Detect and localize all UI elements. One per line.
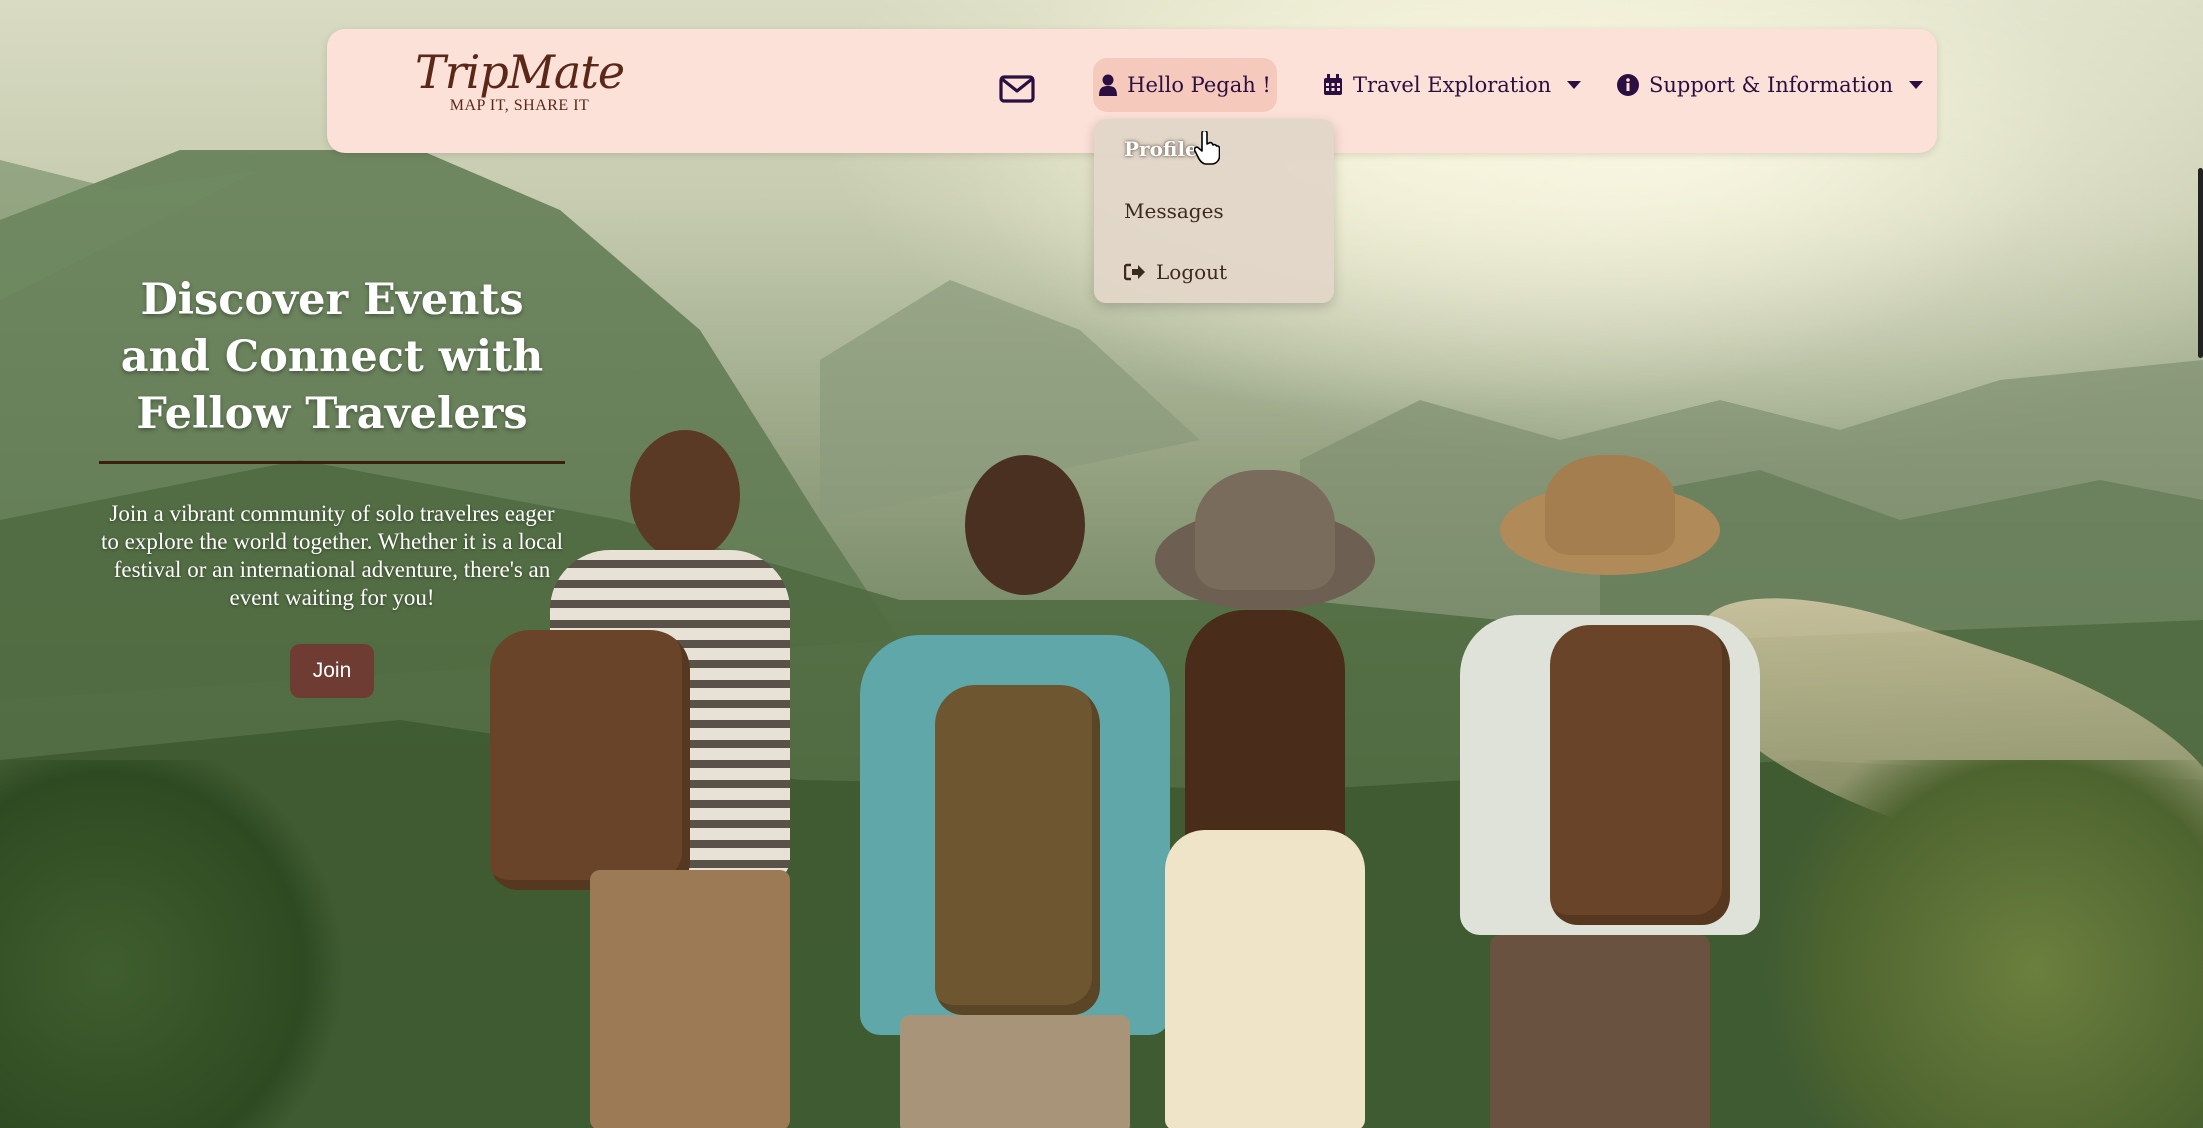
menu-item-messages[interactable]: Messages xyxy=(1124,199,1224,223)
foliage-right xyxy=(1723,760,2203,1128)
nav-travel-exploration[interactable]: Travel Exploration xyxy=(1323,73,1582,97)
info-circle-icon xyxy=(1617,74,1639,96)
brand-logo[interactable]: TripMate MAP IT, SHARE IT xyxy=(415,45,625,115)
nav-support-information[interactable]: Support & Information xyxy=(1617,73,1923,97)
brand-name: TripMate xyxy=(415,45,625,99)
menu-item-messages-label: Messages xyxy=(1124,199,1224,223)
traveler-2 xyxy=(860,455,1170,1128)
envelope-icon xyxy=(999,75,1035,103)
scrollbar-thumb[interactable] xyxy=(2198,168,2203,358)
messages-button[interactable] xyxy=(999,75,1035,103)
nav-travel-exploration-label: Travel Exploration xyxy=(1353,73,1552,97)
hand-cursor-icon xyxy=(1194,131,1220,165)
menu-item-profile-label: Profile xyxy=(1124,137,1198,161)
foliage-left xyxy=(0,760,360,1128)
join-button[interactable]: Join xyxy=(290,644,374,698)
calendar-icon xyxy=(1324,74,1342,95)
menu-item-logout-label: Logout xyxy=(1156,260,1228,284)
chevron-down-icon xyxy=(1909,81,1923,89)
chevron-down-icon xyxy=(1567,81,1582,89)
page: TripMate MAP IT, SHARE IT Hello Pegah ! xyxy=(0,0,2203,1128)
hero-section: Discover Events and Connect with Fellow … xyxy=(98,272,566,698)
menu-item-profile[interactable]: Profile xyxy=(1124,137,1198,161)
hero-subtitle: Join a vibrant community of solo travelr… xyxy=(101,501,563,610)
brand-tagline: MAP IT, SHARE IT xyxy=(449,97,590,114)
user-menu-button[interactable]: Hello Pegah ! xyxy=(1093,58,1277,112)
hero-divider xyxy=(99,461,565,464)
hero-title: Discover Events and Connect with Fellow … xyxy=(120,275,544,439)
user-icon xyxy=(1099,74,1118,96)
traveler-3 xyxy=(1155,470,1385,1128)
user-greeting: Hello Pegah ! xyxy=(1127,73,1271,97)
nav-support-information-label: Support & Information xyxy=(1649,73,1893,97)
menu-item-logout[interactable]: Logout xyxy=(1124,260,1227,284)
logout-icon xyxy=(1124,263,1145,281)
traveler-4 xyxy=(1460,455,1770,1128)
